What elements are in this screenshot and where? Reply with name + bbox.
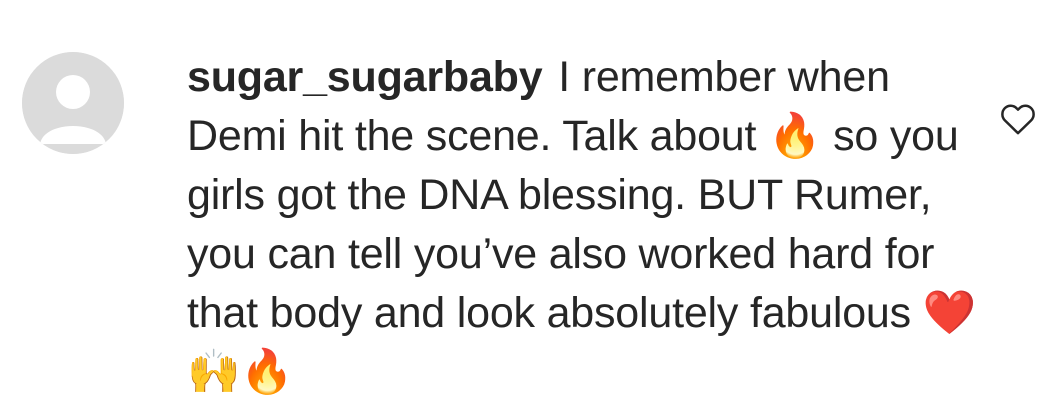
comment-item: sugar_sugarbaby I remember when Demi hit… [0,0,1062,403]
like-button[interactable] [998,99,1038,139]
avatar[interactable] [22,52,124,154]
comment-text: sugar_sugarbaby I remember when Demi hit… [187,48,977,402]
default-user-avatar-icon [22,52,124,154]
fire-emoji: 🔥 [768,111,822,161]
comment-username[interactable]: sugar_sugarbaby [187,53,543,101]
heart-outline-icon [1001,104,1035,135]
